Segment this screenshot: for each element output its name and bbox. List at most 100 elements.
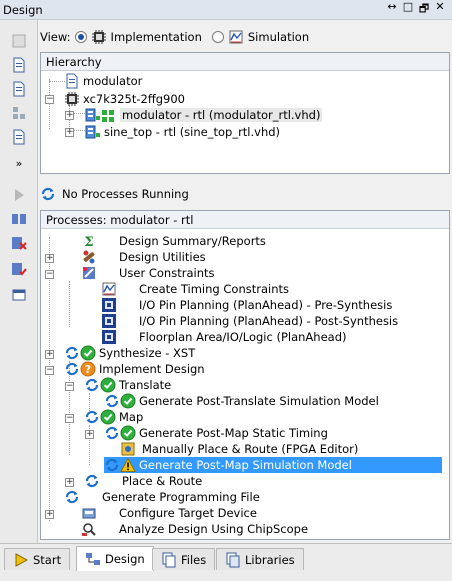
close-icon[interactable]: ✕ — [434, 0, 446, 19]
tab-files[interactable]: Files — [152, 548, 216, 570]
implementation-label[interactable]: Implementation — [111, 30, 202, 44]
module-icon — [85, 124, 101, 140]
hierarchy-item-sine-top[interactable]: sine_top - rtl (sine_top_rtl.vhd) — [85, 124, 280, 140]
processes-header: Processes: modulator - rtl — [41, 211, 449, 229]
file-icon — [64, 73, 80, 89]
process-design-summary[interactable]: Design Summary/Reports — [64, 233, 266, 249]
process-post-translate-sim[interactable]: Generate Post-Translate Simulation Model — [104, 393, 379, 409]
refresh-icon — [84, 377, 100, 393]
libraries-icon — [226, 552, 240, 567]
rerun-icon[interactable] — [10, 210, 28, 228]
expand-modulator-icon[interactable]: + — [65, 111, 74, 120]
process-translate[interactable]: Translate — [84, 377, 171, 393]
refresh-icon — [64, 361, 80, 377]
warning-icon — [120, 457, 136, 473]
design-icon — [86, 553, 100, 565]
planahead-icon — [101, 313, 117, 329]
collapse-translate-icon[interactable]: − — [65, 382, 74, 391]
hierarchy-view-icon[interactable] — [10, 104, 28, 122]
tab-start[interactable]: Start — [4, 548, 71, 570]
check-processes-icon[interactable] — [10, 260, 28, 278]
process-programming-file[interactable]: Generate Programming File — [64, 489, 260, 505]
refresh-icon — [84, 409, 100, 425]
expand-design-utilities-icon[interactable]: + — [45, 254, 54, 263]
collapse-device-icon[interactable]: − — [45, 95, 54, 104]
collapse-implement-design-icon[interactable]: − — [45, 366, 54, 375]
process-post-map-timing[interactable]: Generate Post-Map Static Timing — [104, 425, 328, 441]
expand-chevron-icon[interactable]: » — [10, 154, 28, 172]
planahead-icon — [101, 329, 117, 345]
process-create-timing-constraints[interactable]: Create Timing Constraints — [84, 281, 289, 297]
expand-place-route-icon[interactable]: + — [65, 478, 74, 487]
processes-panel: Processes: modulator - rtl Design Summar… — [40, 210, 450, 540]
process-floorplan-area[interactable]: Floorplan Area/IO/Logic (PlanAhead) — [84, 329, 346, 345]
process-user-constraints[interactable]: User Constraints — [64, 265, 214, 281]
refresh-icon — [84, 473, 100, 489]
chip-icon — [64, 91, 80, 107]
tab-design[interactable]: Design — [76, 546, 154, 571]
process-synthesize[interactable]: Synthesize - XST — [64, 345, 195, 361]
chipscope-icon — [81, 521, 97, 537]
process-place-route[interactable]: Place & Route — [84, 473, 202, 489]
simulation-label[interactable]: Simulation — [248, 30, 309, 44]
success-check-icon — [120, 393, 136, 409]
refresh-icon — [104, 393, 120, 409]
hierarchy-panel: Hierarchy modulator − xc7k325t-2ffg900 +… — [40, 52, 450, 174]
expand-configure-target-icon[interactable]: + — [45, 510, 54, 519]
implementation-radio[interactable] — [74, 31, 87, 43]
view-panel-icon[interactable] — [10, 286, 28, 304]
stop-icon[interactable] — [10, 234, 28, 252]
process-status: No Processes Running — [40, 185, 189, 203]
float-icon[interactable]: 🗗 — [418, 0, 430, 19]
top-module-icon — [85, 107, 117, 123]
maximize-toggle-icon[interactable]: ↔ — [386, 0, 398, 19]
view-label: View: — [40, 30, 71, 44]
refresh-icon — [64, 489, 80, 505]
refresh-icon — [64, 345, 80, 361]
process-post-map-sim[interactable]: Generate Post-Map Simulation Model — [104, 457, 442, 473]
timing-icon — [101, 281, 117, 297]
properties-icon[interactable] — [10, 128, 28, 146]
configure-device-icon — [81, 505, 97, 521]
hierarchy-header: Hierarchy — [41, 53, 449, 71]
tab-libraries[interactable]: Libraries — [216, 548, 304, 570]
planahead-icon — [101, 297, 117, 313]
implementation-icon — [91, 29, 107, 45]
panel-splitter[interactable] — [40, 175, 450, 180]
bottom-tab-bar: Start Design Files Libraries — [0, 543, 452, 581]
process-design-utilities[interactable]: Design Utilities — [64, 249, 206, 265]
question-icon — [80, 361, 96, 377]
new-source-icon[interactable] — [10, 32, 28, 50]
start-icon — [15, 552, 29, 567]
refresh-icon — [104, 425, 120, 441]
hierarchy-item-device[interactable]: xc7k325t-2ffg900 — [64, 91, 185, 107]
simulation-radio[interactable] — [211, 31, 224, 43]
process-status-text: No Processes Running — [62, 187, 189, 201]
process-fpga-editor[interactable]: Manually Place & Route (FPGA Editor) — [104, 441, 358, 457]
refresh-icon — [40, 186, 56, 202]
add-copy-source-icon[interactable] — [10, 80, 28, 98]
process-io-pin-post-synthesis[interactable]: I/O Pin Planning (PlanAhead) - Post-Synt… — [84, 313, 398, 329]
process-configure-target[interactable]: Configure Target Device — [64, 505, 257, 521]
collapse-user-constraints-icon[interactable]: − — [45, 270, 54, 279]
refresh-icon — [104, 457, 120, 473]
hierarchy-item-modulator[interactable]: modulator - rtl (modulator_rtl.vhd) — [85, 107, 323, 123]
fpga-editor-icon — [120, 441, 136, 457]
expand-sine-top-icon[interactable]: + — [65, 128, 74, 137]
left-toolbar: » — [0, 20, 38, 543]
expand-synthesize-icon[interactable]: + — [45, 350, 54, 359]
process-map[interactable]: Map — [84, 409, 143, 425]
collapse-map-icon[interactable]: − — [65, 414, 74, 423]
expand-post-map-timing-icon[interactable]: + — [85, 430, 94, 439]
success-check-icon — [100, 377, 116, 393]
view-selector: View: Implementation Simulation — [40, 28, 309, 46]
constraints-icon — [81, 265, 97, 281]
success-check-icon — [80, 345, 96, 361]
restore-icon[interactable]: □ — [402, 0, 414, 19]
process-chipscope[interactable]: Analyze Design Using ChipScope — [64, 521, 308, 537]
add-source-icon[interactable] — [10, 56, 28, 74]
process-implement-design[interactable]: Implement Design — [64, 361, 205, 377]
process-io-pin-pre-synthesis[interactable]: I/O Pin Planning (PlanAhead) - Pre-Synth… — [84, 297, 392, 313]
run-icon[interactable] — [10, 186, 28, 204]
hierarchy-item-project[interactable]: modulator — [64, 73, 142, 89]
